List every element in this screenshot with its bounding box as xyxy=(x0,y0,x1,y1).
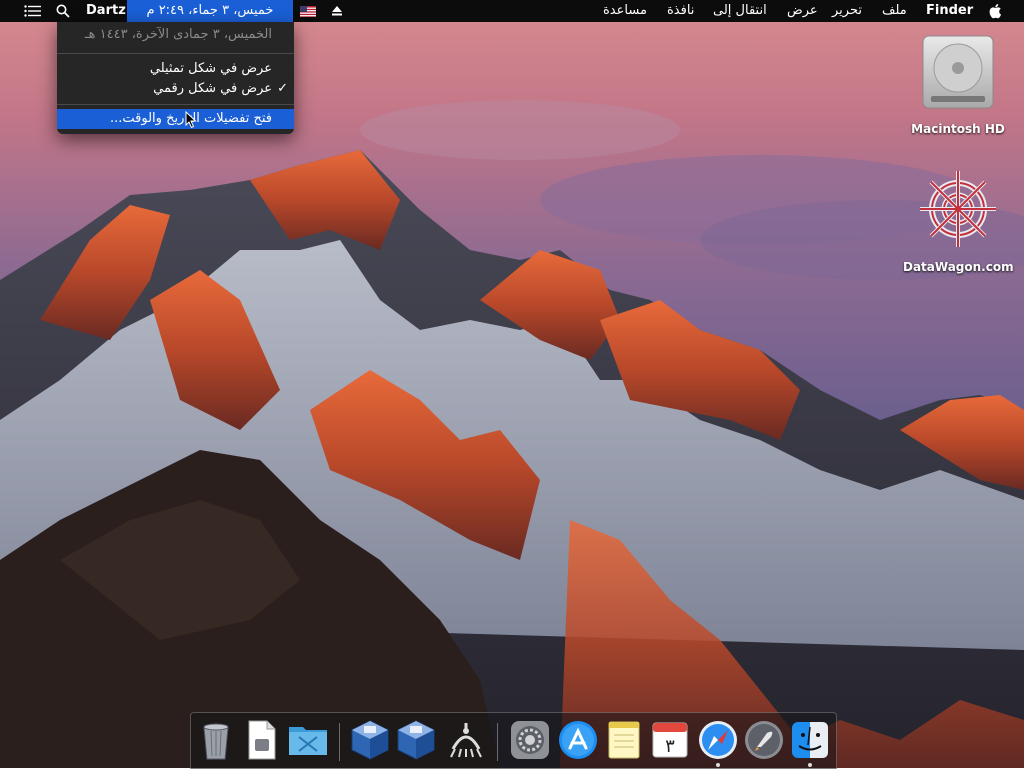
apple-logo-icon[interactable] xyxy=(988,0,1002,22)
hard-drive-icon xyxy=(922,35,994,109)
view-analog-option[interactable]: عرض في شكل تمثيلي xyxy=(57,59,294,79)
datawagon-desktop-icon[interactable]: DataWagon.com xyxy=(903,166,1014,274)
trash-icon[interactable] xyxy=(195,719,237,761)
user-menu[interactable]: Dartz xyxy=(86,0,126,22)
menu-separator xyxy=(57,104,294,105)
us-flag-icon[interactable] xyxy=(300,0,316,22)
app-menu-finder[interactable]: Finder xyxy=(926,0,973,22)
running-indicator xyxy=(716,763,720,767)
calendar-day-number: ٣ xyxy=(665,736,675,757)
virtualbox-icon[interactable] xyxy=(395,719,437,761)
menu-separator xyxy=(57,53,294,54)
dock-separator xyxy=(497,723,498,761)
dock: ٣ xyxy=(190,712,837,769)
view-digital-option[interactable]: ✓ عرض في شكل رقمي xyxy=(57,79,294,99)
launchpad-icon[interactable] xyxy=(743,719,785,761)
hijri-date-line: الخميس، ٣ جمادى الآخرة، ١٤٤٣ هـ xyxy=(84,27,272,42)
menu-file[interactable]: ملف xyxy=(882,0,907,22)
desktop-icon-label: Macintosh HD xyxy=(911,122,1005,136)
notes-icon[interactable] xyxy=(603,719,645,761)
calendar-icon[interactable]: ٣ xyxy=(649,719,691,761)
datawagon-logo-icon xyxy=(920,171,996,247)
app-store-icon[interactable] xyxy=(557,719,599,761)
dock-separator xyxy=(339,723,340,761)
folder-icon[interactable] xyxy=(287,719,329,761)
system-preferences-icon[interactable] xyxy=(509,719,551,761)
menu-view[interactable]: عرض xyxy=(787,0,818,22)
finder-icon[interactable] xyxy=(789,719,831,767)
eject-icon[interactable] xyxy=(331,0,343,22)
clock-dropdown-menu: الخميس، ٣ جمادى الآخرة، ١٤٤٣ هـ عرض في ش… xyxy=(57,22,294,134)
macintosh-hd-desktop-icon[interactable]: Macintosh HD xyxy=(903,32,1013,136)
menu-window[interactable]: نافذة xyxy=(667,0,694,22)
desktop-icon-label: DataWagon.com xyxy=(903,260,1014,274)
spotlight-search-icon[interactable] xyxy=(56,0,70,22)
notification-center-icon[interactable] xyxy=(24,0,41,22)
mouse-cursor-icon xyxy=(185,110,197,133)
open-date-time-prefs-option[interactable]: فتح تفضيلات التاريخ والوقت... xyxy=(57,109,294,129)
menu-bar: Finder ملف تحرير عرض انتقال إلى نافذة مس… xyxy=(0,0,1024,22)
virtualbox-icon[interactable] xyxy=(349,719,391,761)
network-utility-icon[interactable] xyxy=(445,719,487,761)
view-digital-label: عرض في شكل رقمي xyxy=(153,81,272,96)
safari-icon[interactable] xyxy=(697,719,739,767)
menu-go[interactable]: انتقال إلى xyxy=(713,0,767,22)
menu-help[interactable]: مساعدة xyxy=(603,0,647,22)
checkmark-icon: ✓ xyxy=(277,81,288,96)
clock-menu-item[interactable]: خميس، ٣ جماء، ٢:٤٩ م xyxy=(127,0,293,22)
running-indicator xyxy=(808,763,812,767)
menu-edit[interactable]: تحرير xyxy=(832,0,862,22)
document-icon[interactable] xyxy=(241,719,283,761)
